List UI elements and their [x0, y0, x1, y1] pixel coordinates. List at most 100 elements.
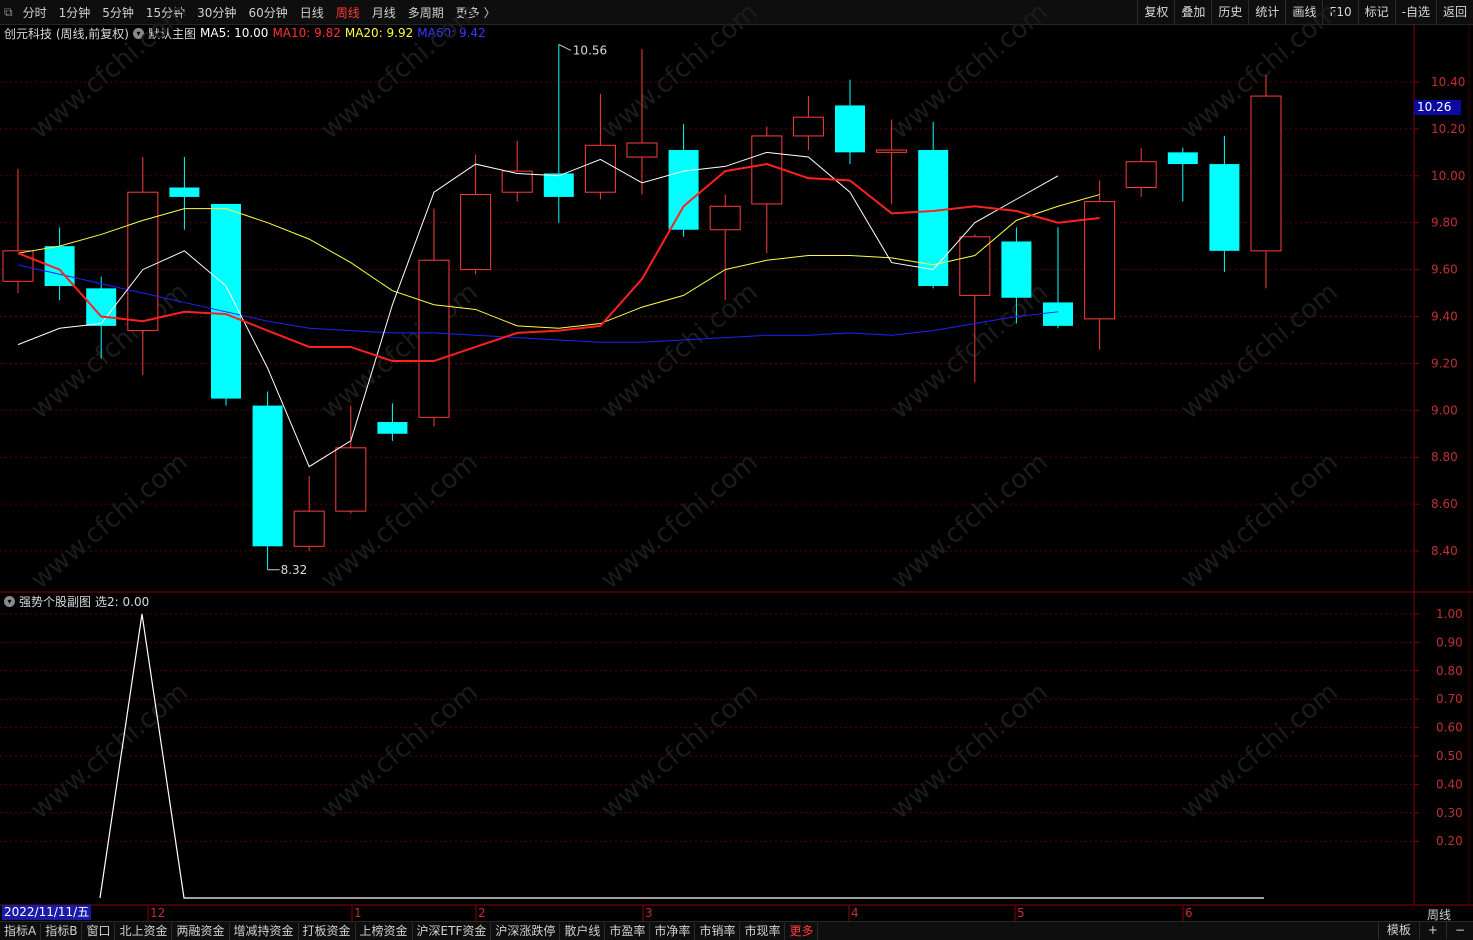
indicator-tab-0[interactable]: 指标A: [0, 922, 42, 940]
indicator-tabs: 指标A 指标B 窗口 北上资金 两融资金 增减持资金 打板资金 上榜资金 沪深ETF资金 沪深涨跌…: [0, 921, 1473, 940]
candle-body: [1209, 164, 1240, 251]
watermark-text: www.cfchi.com: [885, 677, 1054, 825]
toolbar-button-8[interactable]: 返回: [1435, 0, 1473, 24]
x-tick-label: 3: [645, 906, 653, 920]
candle-body: [460, 194, 492, 271]
candle-body: [543, 173, 574, 197]
y-tick-label: 9.20: [1431, 356, 1458, 370]
candle: [86, 276, 117, 359]
watermark-text: www.cfchi.com: [315, 277, 484, 425]
candle: [2, 168, 34, 294]
candle: [626, 49, 658, 195]
sub-y-tick-label: 0.80: [1436, 664, 1463, 678]
candle-body: [584, 144, 616, 193]
toolbar-button-3[interactable]: 统计: [1248, 0, 1285, 24]
candle-body: [626, 142, 658, 158]
y-tick-label: 10.40: [1431, 75, 1465, 89]
y-tick-label: 9.60: [1431, 263, 1458, 277]
candle: [335, 405, 367, 514]
candle-body: [1167, 152, 1198, 165]
candle: [169, 157, 200, 230]
indicator-name[interactable]: 强势个股副图: [19, 593, 91, 610]
indicator-tab-4[interactable]: 两融资金: [172, 922, 230, 940]
y-tick-label: 9.00: [1431, 403, 1458, 417]
x-tick-label: 4: [851, 906, 859, 920]
toolbar-buttons: 复权 叠加 历史 统计 画线 F10 标记 -自选 返回: [1137, 0, 1473, 24]
indicator-dropdown-icon[interactable]: ▾: [4, 595, 15, 607]
period-tab-6[interactable]: 日线: [294, 4, 330, 21]
toolbar-button-7[interactable]: -自选: [1394, 0, 1436, 24]
period-tab-4[interactable]: 30分钟: [191, 4, 242, 21]
ma60-value: MA60: 9.42: [417, 26, 486, 40]
indicator-tab-15[interactable]: 更多: [785, 922, 819, 940]
main-legend: 创元科技 (周线,前复权) ▾ 默认主图 MA5: 10.00 MA10: 9.…: [4, 25, 490, 41]
indicator-tab-1[interactable]: 指标B: [41, 922, 83, 940]
indicator-tab-13[interactable]: 市销率: [695, 922, 741, 940]
tab-right-controls: 模板 + −: [1377, 922, 1473, 939]
toolbar-button-5[interactable]: F10: [1322, 0, 1357, 24]
candle-body: [2, 250, 34, 282]
indicator-tab-7[interactable]: 上榜资金: [356, 922, 413, 940]
indicator-tab-14[interactable]: 市现率: [740, 922, 786, 940]
period-tab-5[interactable]: 60分钟: [242, 4, 293, 21]
candle: [584, 93, 616, 200]
period-tab-0[interactable]: 分时: [17, 4, 53, 21]
candle: [211, 203, 241, 406]
watermark-text: www.cfchi.com: [1175, 277, 1344, 425]
period-tabs: ⧉ 分时 1分钟 5分钟 15分钟 30分钟 60分钟 日线 周线 月线 多周期 更多 〉: [0, 0, 502, 24]
window-icon[interactable]: ⧉: [0, 5, 17, 20]
watermark-text: www.cfchi.com: [885, 447, 1054, 595]
candle: [835, 79, 865, 165]
candle-body: [377, 422, 408, 434]
sub-y-tick-label: 0.50: [1436, 749, 1463, 763]
indicator-tab-2[interactable]: 窗口: [82, 922, 116, 940]
sub-y-tick-label: 0.90: [1436, 635, 1463, 649]
watermark-text: www.cfchi.com: [1175, 447, 1344, 595]
candle-body: [501, 170, 533, 193]
candle-body: [1250, 95, 1282, 252]
period-tab-10[interactable]: 更多 〉: [450, 4, 502, 21]
y-tick-label: 10.00: [1431, 169, 1465, 183]
indicator-tab-8[interactable]: 沪深ETF资金: [413, 922, 492, 940]
template-dropdown-icon[interactable]: ▾: [133, 27, 144, 39]
kline-chart[interactable]: www.cfchi.com www.cfchi.com www.cfchi.com w…: [0, 0, 1473, 939]
low-price-label: 8.32: [281, 563, 308, 577]
ma5-line: [17, 151, 1059, 468]
indicator-tab-10[interactable]: 散户线: [560, 922, 606, 940]
tab-control-2[interactable]: −: [1445, 922, 1473, 939]
indicator-tab-9[interactable]: 沪深涨跌停: [491, 922, 561, 940]
candle-body: [668, 150, 699, 230]
period-tab-9[interactable]: 多周期: [402, 4, 450, 21]
high-price-label: 10.56: [573, 43, 607, 57]
stock-name[interactable]: 创元科技 (周线,前复权): [4, 25, 129, 42]
sub-y-tick-label: 0.20: [1436, 834, 1463, 848]
indicator-tab-5[interactable]: 增减持资金: [230, 922, 299, 940]
indicator-tab-11[interactable]: 市盈率: [605, 922, 651, 940]
watermark-text: www.cfchi.com: [315, 677, 484, 825]
sub-y-tick-label: 0.30: [1436, 806, 1463, 820]
candle: [1209, 135, 1240, 272]
toolbar-button-2[interactable]: 历史: [1211, 0, 1248, 24]
candle-body: [1125, 161, 1157, 189]
indicator-tab-12[interactable]: 市净率: [650, 922, 696, 940]
indicator-tab-6[interactable]: 打板资金: [299, 922, 356, 940]
period-tab-7[interactable]: 周线: [330, 4, 366, 21]
candle: [1001, 227, 1032, 324]
template-name[interactable]: 默认主图: [148, 25, 196, 42]
toolbar-button-6[interactable]: 标记: [1357, 0, 1395, 24]
toolbar-button-4[interactable]: 画线: [1285, 0, 1322, 24]
y-tick-label: 9.80: [1431, 216, 1458, 230]
toolbar-button-1[interactable]: 叠加: [1174, 0, 1211, 24]
tab-control-1[interactable]: +: [1418, 922, 1446, 939]
tab-control-0[interactable]: 模板: [1377, 922, 1419, 939]
candle: [1250, 74, 1282, 289]
period-tab-8[interactable]: 月线: [366, 4, 402, 21]
candle: [44, 227, 75, 301]
indicator-tab-3[interactable]: 北上资金: [115, 922, 173, 940]
period-tab-3[interactable]: 15分钟: [140, 4, 191, 21]
period-tab-2[interactable]: 5分钟: [96, 4, 140, 21]
period-tab-1[interactable]: 1分钟: [53, 4, 97, 21]
toolbar-button-0[interactable]: 复权: [1137, 0, 1174, 24]
watermark-text: www.cfchi.com: [595, 447, 764, 595]
candle-body: [1001, 241, 1032, 298]
